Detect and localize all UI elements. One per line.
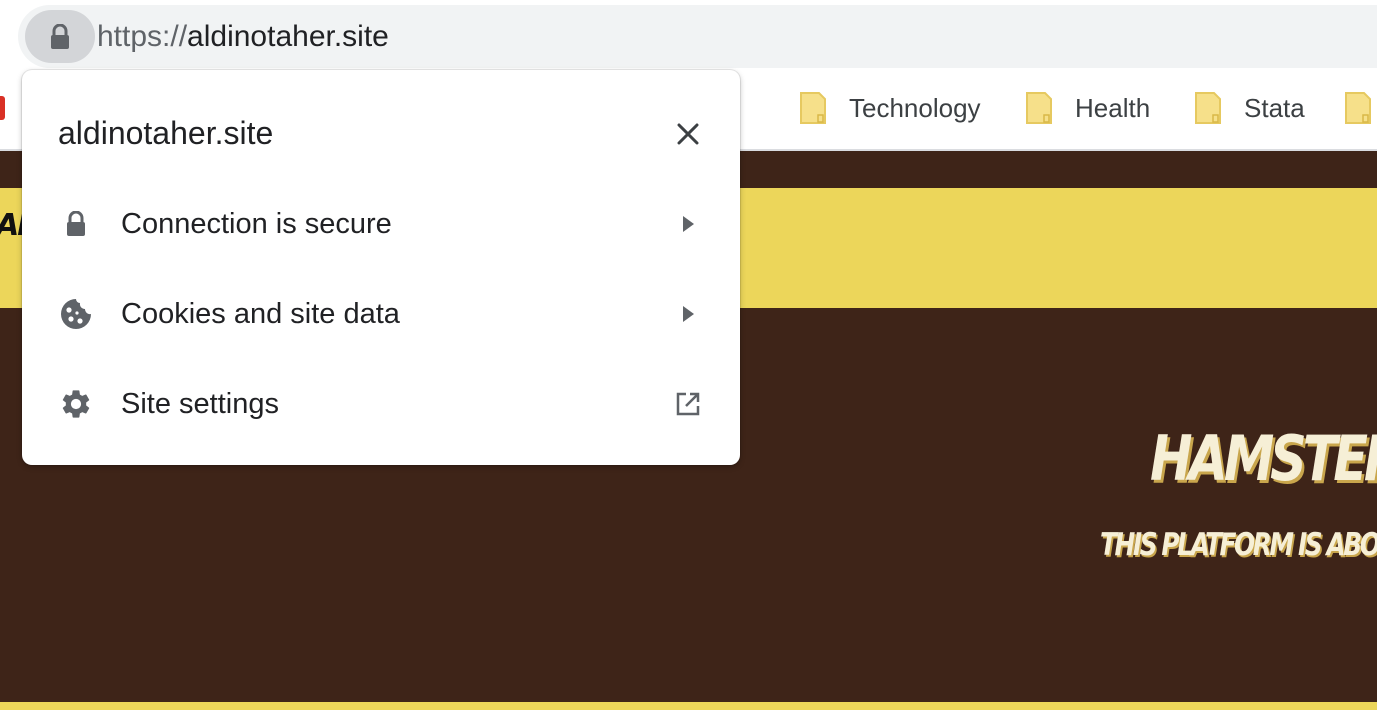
connection-secure-label: Connection is secure [121, 208, 392, 240]
bookmark-health[interactable]: Health [1025, 88, 1150, 128]
lock-icon [51, 23, 69, 49]
connection-secure-row[interactable]: Connection is secure [22, 184, 740, 264]
bookmark-partial-folder[interactable] [1344, 88, 1377, 128]
chevron-right-icon [670, 296, 706, 332]
folder-icon [1026, 92, 1052, 124]
open-in-new-icon [670, 386, 706, 422]
bookmark-favicon[interactable] [0, 96, 5, 120]
cookie-icon [58, 296, 94, 332]
hero-title: HAMSTER I [1150, 422, 1377, 495]
site-info-button[interactable] [25, 10, 95, 63]
cookies-site-data-row[interactable]: Cookies and site data [22, 274, 740, 354]
close-button[interactable] [670, 116, 706, 152]
site-settings-row[interactable]: Site settings [22, 364, 740, 444]
folder-icon [1195, 92, 1221, 124]
lock-icon [58, 206, 94, 242]
bookmark-label: Health [1075, 92, 1151, 123]
hero-subtitle: THIS PLATFORM IS ABOU [1100, 527, 1377, 563]
close-icon [677, 123, 699, 145]
gear-icon [58, 386, 94, 422]
cookies-site-data-label: Cookies and site data [121, 298, 400, 330]
folder-icon [800, 92, 826, 124]
address-url[interactable]: https://aldinotaher.site [97, 18, 389, 56]
chevron-right-icon [670, 206, 706, 242]
url-host: aldinotaher.site [187, 20, 389, 53]
site-info-popup: aldinotaher.site Connection is secure Co… [22, 70, 740, 465]
page-bottom-strip [0, 702, 1377, 710]
site-settings-label: Site settings [121, 388, 279, 420]
popup-title: aldinotaher.site [58, 115, 274, 151]
folder-icon [1345, 92, 1371, 124]
bookmark-stata[interactable]: Stata [1194, 88, 1305, 128]
bookmark-label: Technology [849, 92, 981, 123]
url-scheme: https:// [97, 20, 188, 53]
bookmark-technology[interactable]: Technology [799, 88, 981, 128]
bookmark-label: Stata [1244, 92, 1305, 123]
